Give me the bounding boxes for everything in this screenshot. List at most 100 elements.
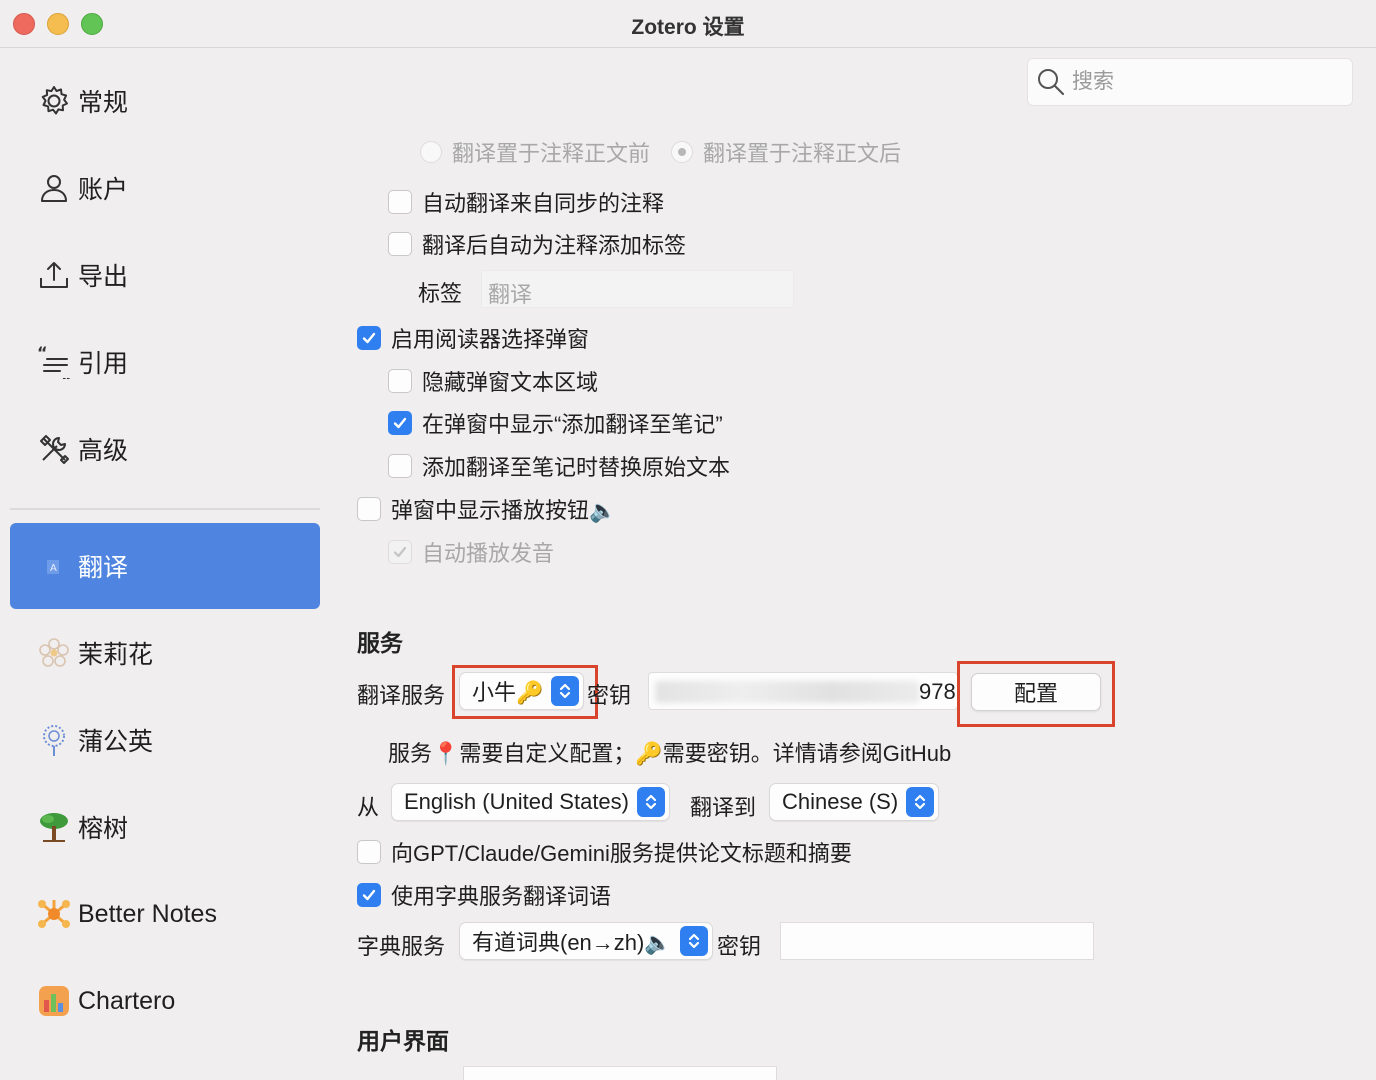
- checkbox-label: 启用阅读器选择弹窗: [391, 327, 590, 352]
- sidebar-item-translate[interactable]: A 翻译: [10, 523, 320, 609]
- sidebar-item-chartero[interactable]: Chartero: [10, 958, 320, 1044]
- chartero-icon: [32, 979, 76, 1023]
- radio-button-selected[interactable]: [671, 141, 693, 163]
- gear-icon: [32, 79, 76, 123]
- checkbox-hide-popup-text[interactable]: 隐藏弹窗文本区域: [388, 365, 598, 397]
- tag-label: 标签: [418, 281, 463, 306]
- banyan-icon: [32, 805, 76, 849]
- better-notes-icon: [32, 892, 76, 936]
- checkmark-icon: [393, 546, 407, 558]
- sidebar-item-label: Better Notes: [78, 899, 217, 928]
- checkbox[interactable]: [388, 190, 412, 214]
- checkbox-show-play-button[interactable]: 弹窗中显示播放按钮🔈: [357, 493, 616, 525]
- svg-text:“: “: [37, 345, 48, 362]
- title-bar: Zotero 设置: [0, 0, 1376, 48]
- highlight-box: [957, 661, 1115, 727]
- from-label: 从: [357, 795, 380, 820]
- sidebar-item-export[interactable]: 导出: [10, 232, 320, 318]
- ui-input-partial[interactable]: [463, 1066, 777, 1080]
- tag-input[interactable]: 翻译: [481, 270, 794, 308]
- checkbox-label: 使用字典服务翻译词语: [391, 884, 612, 909]
- radio-label: 翻译置于注释正文后: [703, 141, 902, 166]
- checkbox-enable-popup[interactable]: 启用阅读器选择弹窗: [357, 322, 589, 354]
- checkbox[interactable]: [357, 497, 381, 521]
- chevron-updown-icon: [679, 926, 708, 956]
- dict-key-input[interactable]: [780, 922, 1094, 960]
- radio-translate-before[interactable]: 翻译置于注释正文前: [420, 136, 650, 168]
- highlight-box: [452, 665, 598, 719]
- sidebar-item-better-notes[interactable]: Better Notes: [10, 871, 320, 957]
- checkbox-label: 翻译后自动为注释添加标签: [422, 233, 687, 258]
- checkbox-checked[interactable]: [357, 326, 381, 350]
- sidebar-item-advanced[interactable]: 高级: [10, 406, 320, 492]
- dict-service-label: 字典服务: [357, 934, 446, 959]
- tag-placeholder: 翻译: [488, 282, 533, 307]
- key-input[interactable]: 978: [648, 672, 958, 710]
- quote-icon: “„: [32, 340, 76, 384]
- checkbox-auto-translate-synced[interactable]: 自动翻译来自同步的注释: [388, 186, 664, 218]
- key-label: 密钥: [587, 683, 632, 708]
- sidebar-divider: [10, 508, 320, 510]
- svg-text:„: „: [61, 366, 72, 379]
- checkbox-use-dict[interactable]: 使用字典服务翻译词语: [357, 879, 611, 911]
- search-box[interactable]: [1027, 58, 1353, 106]
- dict-key-label: 密钥: [717, 934, 762, 959]
- sidebar-item-label: 导出: [78, 263, 129, 291]
- key-visible-suffix: 978: [919, 679, 956, 704]
- radio-translate-after[interactable]: 翻译置于注释正文后: [671, 136, 901, 168]
- checkbox[interactable]: [357, 840, 381, 864]
- target-language-select[interactable]: Chinese (S): [769, 783, 940, 821]
- tools-icon: [32, 427, 76, 471]
- radio-label: 翻译置于注释正文前: [452, 141, 651, 166]
- checkbox-auto-add-tag[interactable]: 翻译后自动为注释添加标签: [388, 228, 686, 260]
- sidebar-item-label: 账户: [78, 176, 129, 204]
- jasmine-icon: [32, 631, 76, 675]
- source-language-select[interactable]: English (United States): [391, 783, 670, 821]
- checkbox[interactable]: [388, 454, 412, 478]
- sidebar-item-account[interactable]: 账户: [10, 145, 320, 231]
- checkbox-label: 添加翻译至笔记时替换原始文本: [422, 455, 731, 480]
- blurred-key: [655, 681, 920, 703]
- checkbox[interactable]: [388, 232, 412, 256]
- dandelion-icon: [32, 718, 76, 762]
- sidebar-item-general[interactable]: 常规: [10, 58, 320, 144]
- search-input[interactable]: [1072, 70, 1332, 94]
- checkmark-icon: [393, 417, 407, 429]
- sidebar-item-label: 蒲公英: [78, 728, 154, 756]
- checkbox-checked[interactable]: [357, 883, 381, 907]
- svg-text:A: A: [50, 563, 57, 574]
- window-title: Zotero 设置: [631, 16, 745, 39]
- checkbox-auto-play[interactable]: 自动播放发音: [388, 536, 554, 568]
- translate-service-label: 翻译服务: [357, 683, 446, 708]
- sidebar-item-label: 榕树: [78, 815, 129, 843]
- dict-service-select[interactable]: 有道词典(en→zh)🔈: [459, 922, 713, 960]
- checkbox-label: 弹窗中显示播放按钮🔈: [391, 498, 617, 523]
- select-value: Chinese (S): [782, 789, 899, 814]
- checkbox-label: 自动翻译来自同步的注释: [422, 191, 665, 216]
- chevron-updown-icon: [906, 787, 935, 817]
- checkbox[interactable]: [388, 369, 412, 393]
- sidebar-item-label: 高级: [78, 437, 129, 465]
- checkbox-label: 隐藏弹窗文本区域: [422, 370, 599, 395]
- service-hint: 服务📍需要自定义配置；🔑需要密钥。详情请参阅GitHub: [388, 741, 952, 766]
- checkbox-label: 自动播放发音: [422, 541, 555, 566]
- checkbox-gpt-option[interactable]: 向GPT/Claude/Gemini服务提供论文标题和摘要: [357, 836, 852, 868]
- radio-button[interactable]: [420, 141, 442, 163]
- checkmark-icon: [362, 332, 376, 344]
- checkmark-icon: [362, 889, 376, 901]
- translate-icon: A: [32, 544, 76, 588]
- to-label: 翻译到: [690, 795, 757, 820]
- sidebar-item-cite[interactable]: “„ 引用: [10, 319, 320, 405]
- checkbox-label: 向GPT/Claude/Gemini服务提供论文标题和摘要: [391, 841, 852, 866]
- sidebar-item-label: 常规: [78, 89, 129, 117]
- checkbox-disabled-checked[interactable]: [388, 540, 412, 564]
- checkbox-checked[interactable]: [388, 411, 412, 435]
- sidebar-item-banyan[interactable]: 榕树: [10, 784, 320, 870]
- sidebar-item-label: 翻译: [78, 554, 129, 582]
- ui-section-heading: 用户界面: [357, 1028, 449, 1054]
- sidebar-item-dandelion[interactable]: 蒲公英: [10, 697, 320, 783]
- checkbox-replace-original[interactable]: 添加翻译至笔记时替换原始文本: [388, 450, 730, 482]
- sidebar-item-jasmine[interactable]: 茉莉花: [10, 610, 320, 696]
- select-value: English (United States): [404, 789, 629, 814]
- checkbox-show-add-to-note[interactable]: 在弹窗中显示“添加翻译至笔记”: [388, 407, 723, 439]
